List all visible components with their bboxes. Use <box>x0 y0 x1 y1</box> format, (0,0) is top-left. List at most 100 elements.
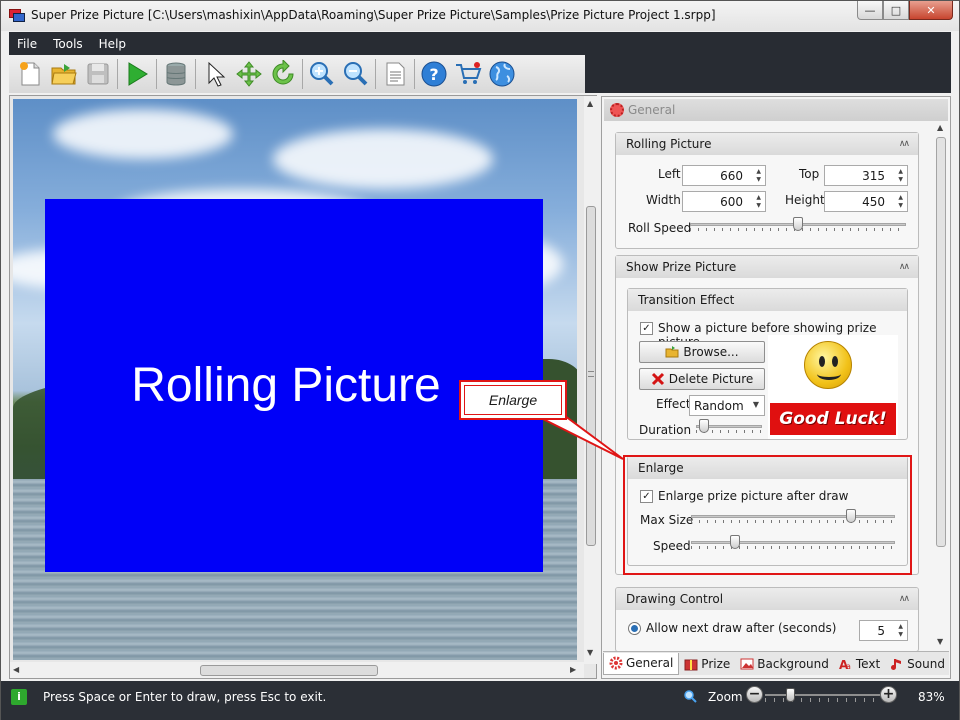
top-input[interactable]: 315 ▲ ▼ <box>824 165 908 186</box>
window-title: Super Prize Picture [C:\Users\mashixin\A… <box>31 8 716 22</box>
left-input[interactable]: 660 ▲ ▼ <box>682 165 766 186</box>
panel-scrollbar[interactable]: ▲ ▼ <box>934 123 948 651</box>
canvas-horizontal-scrollbar[interactable]: ◀ ▶ <box>10 662 584 678</box>
open-folder-icon[interactable] <box>47 58 81 90</box>
database-icon[interactable] <box>159 58 193 90</box>
maximize-button[interactable]: □ <box>883 1 909 20</box>
zoom-value: 83% <box>918 690 945 704</box>
help-icon[interactable]: ? <box>417 58 451 90</box>
roll-speed-slider[interactable] <box>690 217 906 233</box>
smiley-image <box>804 341 852 389</box>
height-input[interactable]: 450 ▲ ▼ <box>824 191 908 212</box>
settings-panel: General ▲ ▼ Rolling Picture ∧∧ Left 660 ▲… <box>601 96 951 679</box>
transition-effect-group: Transition Effect ✓ Show a picture befor… <box>627 288 908 440</box>
globe-icon[interactable] <box>485 58 519 90</box>
text-icon: Aa <box>839 658 851 671</box>
allow-next-seconds-input[interactable]: 5 ▲ ▼ <box>859 620 908 641</box>
svg-text:a: a <box>846 662 851 671</box>
zoom-out-icon[interactable] <box>339 58 373 90</box>
effect-label: Effect <box>656 397 691 411</box>
height-label: Height <box>785 193 825 207</box>
rotate-icon[interactable] <box>266 58 300 90</box>
svg-text:?: ? <box>429 65 438 84</box>
status-message: Press Space or Enter to draw, press Esc … <box>43 690 327 704</box>
toolbar-separator <box>414 59 415 89</box>
duration-label: Duration <box>639 423 692 437</box>
effect-select[interactable]: Random ▼ <box>689 395 765 416</box>
toolbar: ? <box>9 55 585 93</box>
menu-help[interactable]: Help <box>91 37 134 51</box>
panel-header-title: General <box>628 103 676 117</box>
show-prize-picture-title: Show Prize Picture <box>626 260 737 274</box>
collapse-icon[interactable]: ∧∧ <box>899 262 910 272</box>
chevron-down-icon: ▼ <box>752 400 759 409</box>
app-window: Super Prize Picture [C:\Users\mashixin\A… <box>0 0 960 720</box>
gear-icon <box>610 103 624 117</box>
menu-bar: File Tools Help <box>9 32 951 55</box>
move-icon[interactable] <box>232 58 266 90</box>
toolbar-separator <box>195 59 196 89</box>
enlarge-highlight-box <box>623 455 912 575</box>
allow-next-radio[interactable] <box>628 622 641 635</box>
callout-text: Enlarge <box>488 392 538 408</box>
enlarge-callout: Enlarge <box>459 380 567 420</box>
pointer-icon[interactable] <box>198 58 232 90</box>
zoom-in-icon[interactable] <box>305 58 339 90</box>
close-button[interactable]: ✕ <box>909 1 953 20</box>
canvas-vertical-scrollbar[interactable]: ▲ ▼ <box>584 96 598 664</box>
transition-effect-title: Transition Effect <box>638 293 735 307</box>
width-label: Width <box>646 193 681 207</box>
tab-sound[interactable]: Sound <box>885 653 950 675</box>
zoom-out-button[interactable]: − <box>746 686 763 703</box>
delete-picture-button[interactable]: Delete Picture <box>639 368 765 390</box>
tab-general[interactable]: General <box>603 652 680 675</box>
panel-tabs: General Prize Background Aa Text Sound <box>603 651 949 675</box>
tab-text[interactable]: Aa Text <box>834 653 885 675</box>
cart-icon[interactable] <box>451 58 485 90</box>
roll-speed-label: Roll Speed <box>628 221 692 235</box>
document-icon[interactable] <box>378 58 412 90</box>
show-before-checkbox[interactable]: ✓ <box>640 322 653 335</box>
toolbar-filler <box>585 55 951 93</box>
collapse-icon[interactable]: ∧∧ <box>899 594 910 604</box>
info-icon: i <box>11 689 27 705</box>
toolbar-separator <box>375 59 376 89</box>
panel-header: General <box>604 99 948 121</box>
good-luck-image: Good Luck! <box>770 403 896 435</box>
prize-icon <box>684 659 698 670</box>
magnifier-icon <box>684 690 697 703</box>
drawing-control-group: Drawing Control ∧∧ Allow next draw after… <box>615 587 919 652</box>
delete-icon <box>651 372 664 386</box>
left-label: Left <box>658 167 681 181</box>
duration-slider[interactable] <box>696 419 762 435</box>
zoom-slider[interactable] <box>765 688 881 702</box>
zoom-label: Zoom <box>708 690 743 704</box>
minimize-button[interactable]: — <box>857 1 883 20</box>
new-file-icon[interactable] <box>13 58 47 90</box>
tab-prize[interactable]: Prize <box>679 653 735 675</box>
save-icon[interactable] <box>81 58 115 90</box>
drawing-control-title: Drawing Control <box>626 592 724 606</box>
status-bar: i Press Space or Enter to draw, press Es… <box>1 681 959 720</box>
rolling-picture-label: Rolling Picture <box>131 359 441 412</box>
play-icon[interactable] <box>120 58 154 90</box>
rolling-picture-title: Rolling Picture <box>626 137 712 151</box>
title-bar: Super Prize Picture [C:\Users\mashixin\A… <box>1 1 959 31</box>
toolbar-separator <box>156 59 157 89</box>
folder-icon <box>665 346 679 358</box>
top-label: Top <box>799 167 820 181</box>
toolbar-separator <box>302 59 303 89</box>
zoom-in-button[interactable]: + <box>880 686 897 703</box>
tab-background[interactable]: Background <box>735 653 834 675</box>
app-icon <box>9 9 25 23</box>
width-input[interactable]: 600 ▲ ▼ <box>682 191 766 212</box>
collapse-icon[interactable]: ∧∧ <box>899 139 910 149</box>
menu-file[interactable]: File <box>9 37 45 51</box>
toolbar-separator <box>117 59 118 89</box>
music-note-icon <box>891 658 902 670</box>
gear-icon <box>609 656 623 670</box>
menu-tools[interactable]: Tools <box>45 37 91 51</box>
rolling-picture-group: Rolling Picture ∧∧ Left 660 ▲ ▼ Top 315 ▲ ▼ … <box>615 132 919 249</box>
browse-button[interactable]: Browse... <box>639 341 765 363</box>
picture-icon <box>740 658 754 669</box>
